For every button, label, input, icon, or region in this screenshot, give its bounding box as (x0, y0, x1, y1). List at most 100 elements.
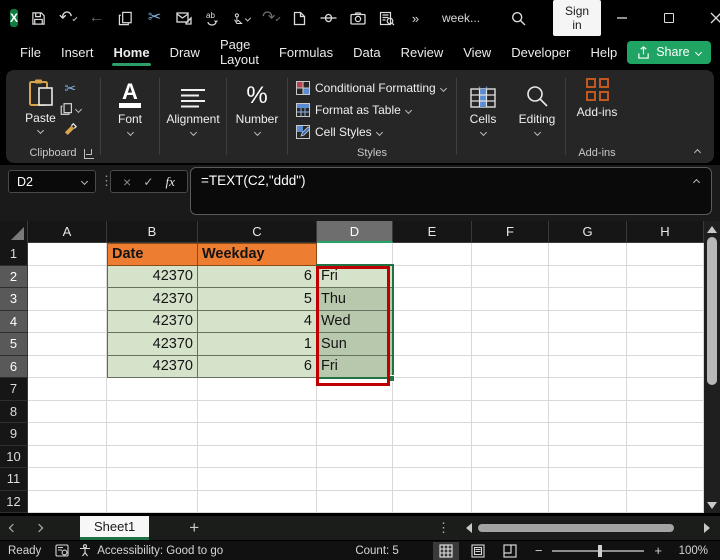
column-header-c[interactable]: C (198, 221, 317, 243)
cell[interactable] (28, 445, 107, 468)
save-icon[interactable] (30, 10, 47, 27)
tab-developer[interactable]: Developer (501, 39, 580, 66)
tab-bar-menu-icon[interactable]: ⋮ (437, 520, 450, 536)
sheet-tab-sheet1[interactable]: Sheet1 (80, 516, 150, 540)
cell[interactable] (549, 288, 627, 311)
cell[interactable] (393, 310, 472, 333)
cell-d3[interactable]: Thu (317, 288, 393, 311)
cell[interactable] (393, 490, 472, 513)
cell-c3[interactable]: 5 (198, 288, 317, 311)
collapse-formula-bar-icon[interactable] (692, 178, 701, 187)
cell[interactable] (627, 378, 704, 401)
cell[interactable] (393, 400, 472, 423)
cell[interactable] (28, 468, 107, 491)
cell[interactable] (627, 355, 704, 378)
excel-app-icon[interactable]: X (10, 9, 19, 27)
more-commands-icon[interactable]: » (407, 10, 424, 27)
cells-group-button[interactable]: Cells (457, 70, 509, 163)
cell[interactable] (317, 490, 393, 513)
accessibility-icon[interactable] (79, 544, 91, 557)
scroll-up-icon[interactable] (707, 226, 717, 233)
cell[interactable] (28, 333, 107, 356)
cell[interactable] (549, 468, 627, 491)
cell-b1[interactable]: Date (107, 243, 198, 266)
cell[interactable] (472, 468, 549, 491)
cell[interactable] (472, 400, 549, 423)
sheet-prev-icon[interactable] (0, 523, 26, 533)
cell[interactable] (28, 288, 107, 311)
cell[interactable] (627, 265, 704, 288)
cell[interactable] (627, 400, 704, 423)
cell[interactable] (472, 333, 549, 356)
cell[interactable] (627, 445, 704, 468)
column-header-d[interactable]: D (317, 221, 393, 243)
cell-d5[interactable]: Sun (317, 333, 393, 356)
cell[interactable] (549, 445, 627, 468)
cell[interactable] (549, 243, 627, 266)
zoom-out-icon[interactable]: − (533, 543, 545, 558)
tab-formulas[interactable]: Formulas (269, 39, 343, 66)
collapse-ribbon-icon[interactable] (693, 148, 702, 157)
row-header-11[interactable]: 11 (0, 468, 28, 491)
cell[interactable] (549, 265, 627, 288)
cell[interactable] (393, 423, 472, 446)
cell[interactable] (28, 378, 107, 401)
undo-icon[interactable]: ↶ (59, 10, 78, 27)
zoom-in-icon[interactable]: + (652, 543, 664, 558)
cell[interactable] (472, 243, 549, 266)
new-sheet-icon[interactable]: + (189, 518, 199, 538)
scroll-right-icon[interactable] (704, 523, 710, 533)
row-header-5[interactable]: 5 (0, 333, 28, 356)
paste-button[interactable]: Paste (25, 78, 56, 140)
cell-d6[interactable]: Fri (317, 355, 393, 378)
cell[interactable] (198, 378, 317, 401)
cell[interactable] (549, 333, 627, 356)
cell[interactable] (393, 445, 472, 468)
cell[interactable] (198, 490, 317, 513)
strikethrough-icon[interactable] (320, 10, 337, 27)
name-box[interactable]: D2 (8, 170, 96, 193)
cell[interactable] (317, 378, 393, 401)
column-header-a[interactable]: A (28, 221, 107, 243)
cell[interactable] (28, 490, 107, 513)
cell[interactable] (549, 378, 627, 401)
copy-icon[interactable] (60, 102, 82, 116)
tab-draw[interactable]: Draw (160, 39, 210, 66)
cell[interactable] (549, 400, 627, 423)
find-replace-icon[interactable]: ab (204, 10, 221, 27)
cut-icon[interactable]: ✂ (146, 10, 163, 27)
cell[interactable] (393, 378, 472, 401)
print-preview-icon[interactable] (378, 10, 395, 27)
tab-page-layout[interactable]: Page Layout (210, 31, 269, 73)
row-header-8[interactable]: 8 (0, 400, 28, 423)
addins-group[interactable]: Add-ins Add-ins (566, 70, 628, 163)
cell-c4[interactable]: 4 (198, 310, 317, 333)
cell[interactable] (393, 468, 472, 491)
cell[interactable] (107, 423, 198, 446)
format-as-table-button[interactable]: Format as Table (296, 99, 412, 121)
cell[interactable] (472, 355, 549, 378)
row-header-9[interactable]: 9 (0, 423, 28, 446)
cell[interactable] (28, 400, 107, 423)
tab-data[interactable]: Data (343, 39, 390, 66)
column-header-b[interactable]: B (107, 221, 198, 243)
cell[interactable] (28, 310, 107, 333)
formula-input[interactable]: =TEXT(C2,"ddd") (190, 167, 712, 215)
search-icon[interactable] (510, 10, 527, 27)
cell[interactable] (28, 243, 107, 266)
accessibility-status[interactable]: Accessibility: Good to go (97, 545, 223, 557)
row-header-1[interactable]: 1 (0, 243, 28, 266)
cell[interactable] (472, 265, 549, 288)
row-header-7[interactable]: 7 (0, 378, 28, 401)
cell[interactable] (627, 243, 704, 266)
cell[interactable] (28, 265, 107, 288)
cell[interactable] (393, 333, 472, 356)
clipboard-dialog-launcher-icon[interactable] (84, 149, 94, 159)
conditional-formatting-button[interactable]: Conditional Formatting (296, 77, 447, 99)
scroll-down-icon[interactable] (707, 502, 717, 509)
cell[interactable] (28, 355, 107, 378)
cell[interactable] (472, 445, 549, 468)
cell-b3[interactable]: 42370 (107, 288, 198, 311)
cell[interactable] (472, 378, 549, 401)
tab-file[interactable]: File (10, 39, 51, 66)
